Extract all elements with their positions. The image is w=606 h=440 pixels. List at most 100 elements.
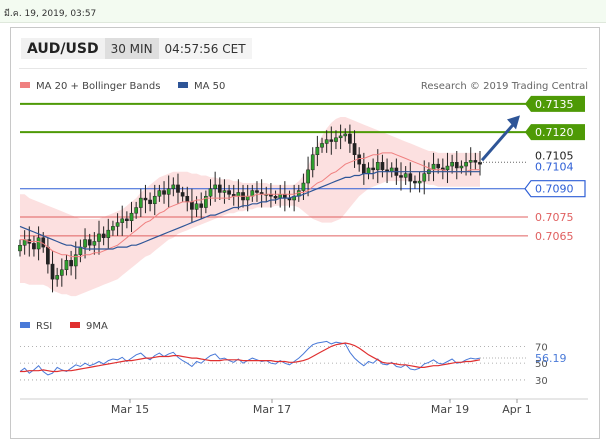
candle-body	[329, 139, 334, 142]
candle-body	[417, 180, 422, 184]
candle-body	[194, 203, 199, 210]
candle-body	[348, 133, 352, 144]
candle-body	[180, 192, 185, 197]
candle-body	[380, 162, 385, 171]
candle-body	[78, 246, 83, 255]
candle-body	[148, 199, 152, 205]
price-chart: 0.71350.71200.70900.70750.70650.71050.71…	[18, 81, 588, 416]
candle-body	[129, 212, 134, 221]
candle-body	[375, 162, 380, 171]
candle-body	[245, 195, 250, 201]
candle-body	[32, 243, 36, 250]
candle-body	[273, 195, 278, 199]
x-tick-label-3: Apr 1	[502, 403, 532, 416]
candle-body	[97, 233, 101, 242]
x-tick-label-0: Mar 15	[111, 403, 149, 416]
ma9-legend-label: 9MA	[86, 321, 108, 332]
candle-body	[171, 184, 176, 189]
candle-body	[36, 237, 41, 250]
candle-body	[445, 165, 450, 171]
candle-body	[324, 139, 329, 144]
candle-body	[92, 241, 97, 246]
forecast-arrow-line	[480, 120, 518, 162]
candle-body	[464, 162, 468, 167]
candle-body	[217, 184, 222, 193]
candle-body	[83, 239, 87, 248]
candle-body	[185, 195, 190, 203]
candle-body	[301, 182, 306, 191]
candle-body	[50, 263, 55, 280]
candle-body	[422, 173, 427, 182]
candle-body	[459, 165, 464, 169]
candle-body	[371, 167, 375, 171]
level-label-0.7090: 0.7090	[535, 183, 574, 196]
candle-body	[473, 160, 478, 163]
x-tick-label-1: Mar 17	[253, 403, 291, 416]
candle-body	[213, 184, 218, 189]
rsi-legend-label: RSI	[36, 321, 52, 332]
current-price-label: 0.7104	[535, 160, 574, 173]
candle-body	[120, 218, 125, 223]
candle-body	[366, 167, 371, 174]
candle-body	[115, 222, 120, 227]
candle-body	[413, 180, 417, 184]
rsi-9ma-line	[20, 342, 481, 373]
research-credit: Research © 2019 Trading Central	[421, 81, 588, 92]
candle-body	[143, 197, 148, 201]
candle-body	[87, 239, 92, 246]
candle-body	[208, 188, 213, 197]
candle-body	[320, 143, 324, 148]
rsi-legend-swatch	[20, 322, 30, 328]
candle-body	[399, 175, 403, 178]
candle-body	[176, 184, 180, 193]
ma50-legend-label: MA 50	[194, 81, 225, 92]
level-label-0.7065: 0.7065	[535, 230, 574, 243]
candle-body	[101, 233, 106, 238]
candle-body	[69, 260, 73, 267]
candle-body	[106, 229, 111, 238]
candle-body	[64, 260, 69, 271]
candle-body	[152, 195, 157, 205]
candle-body	[403, 173, 408, 178]
candle-body	[310, 154, 315, 171]
ma9-legend-swatch	[70, 322, 80, 328]
candle-body	[125, 218, 129, 221]
candle-body	[352, 143, 357, 156]
candle-body	[436, 163, 441, 169]
candle-body	[454, 162, 459, 169]
candle-body	[361, 163, 366, 174]
candle-body	[315, 146, 320, 156]
candle-body	[468, 160, 473, 163]
candle-body	[338, 135, 343, 139]
candle-body	[59, 269, 64, 276]
candle-body	[334, 137, 338, 142]
rsi-current-label: 56.19	[535, 352, 567, 365]
rsi-tick-30: 30	[535, 376, 548, 387]
candle-body	[343, 133, 348, 137]
candle-body	[55, 275, 60, 280]
candle-body	[222, 190, 227, 193]
candle-body	[138, 197, 143, 208]
candle-body	[162, 190, 166, 195]
candle-body	[18, 244, 22, 252]
candle-body	[166, 188, 171, 195]
candle-body	[227, 190, 231, 195]
ma20-legend-label: MA 20 + Bollinger Bands	[36, 81, 160, 92]
x-tick-label-2: Mar 19	[431, 403, 469, 416]
candle-body	[157, 190, 162, 197]
candle-body	[408, 173, 413, 182]
ma20-legend-swatch	[20, 82, 30, 88]
ma50-legend-swatch	[178, 82, 188, 88]
candle-body	[111, 226, 115, 231]
bollinger-band	[20, 117, 480, 297]
candle-body	[306, 169, 310, 184]
candle-body	[450, 162, 454, 167]
candle-body	[46, 246, 50, 265]
candle-body	[134, 207, 139, 214]
level-label-0.7135: 0.7135	[535, 98, 574, 111]
level-label-0.7120: 0.7120	[535, 126, 574, 139]
candle-body	[199, 203, 204, 208]
level-label-0.7075: 0.7075	[535, 211, 574, 224]
candle-body	[236, 192, 241, 197]
candle-body	[190, 201, 194, 210]
